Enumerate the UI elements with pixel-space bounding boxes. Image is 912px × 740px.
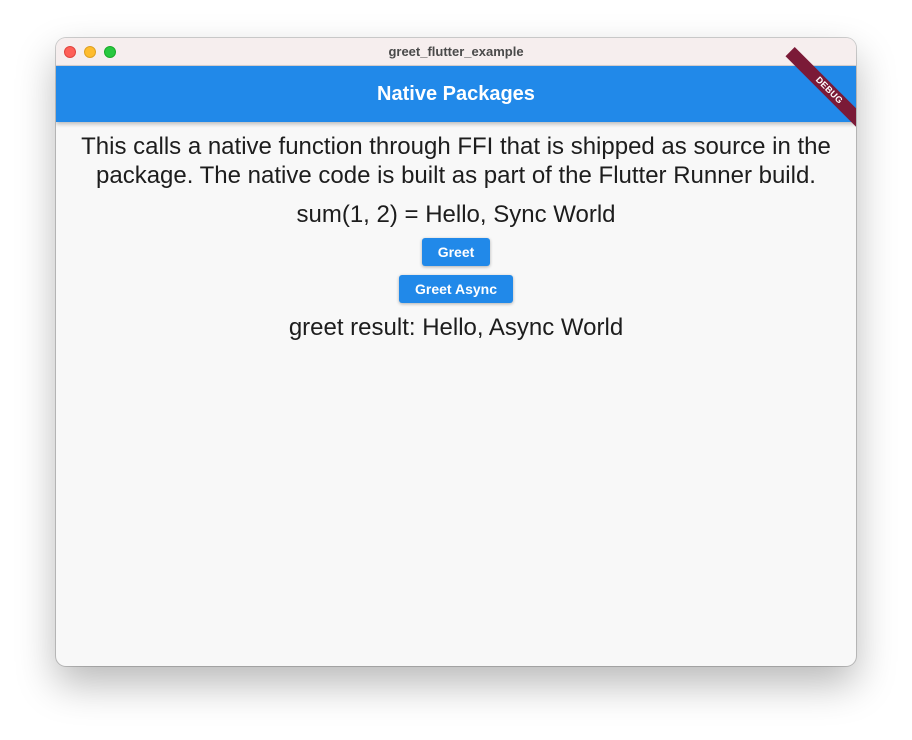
app-bar: Native Packages bbox=[56, 66, 856, 122]
main-content: This calls a native function through FFI… bbox=[56, 122, 856, 666]
greet-button[interactable]: Greet bbox=[421, 238, 491, 266]
app-window: greet_flutter_example Native Packages DE… bbox=[56, 38, 856, 666]
greet-result-text: greet result: Hello, Async World bbox=[288, 314, 624, 341]
description-text: This calls a native function through FFI… bbox=[81, 133, 831, 189]
title-bar[interactable]: greet_flutter_example bbox=[56, 38, 856, 66]
sum-result-text: sum(1, 2) = Hello, Sync World bbox=[296, 201, 616, 228]
app-bar-title: Native Packages bbox=[377, 83, 535, 105]
greet-async-button[interactable]: Greet Async bbox=[399, 275, 513, 303]
window-title: greet_flutter_example bbox=[388, 44, 524, 59]
